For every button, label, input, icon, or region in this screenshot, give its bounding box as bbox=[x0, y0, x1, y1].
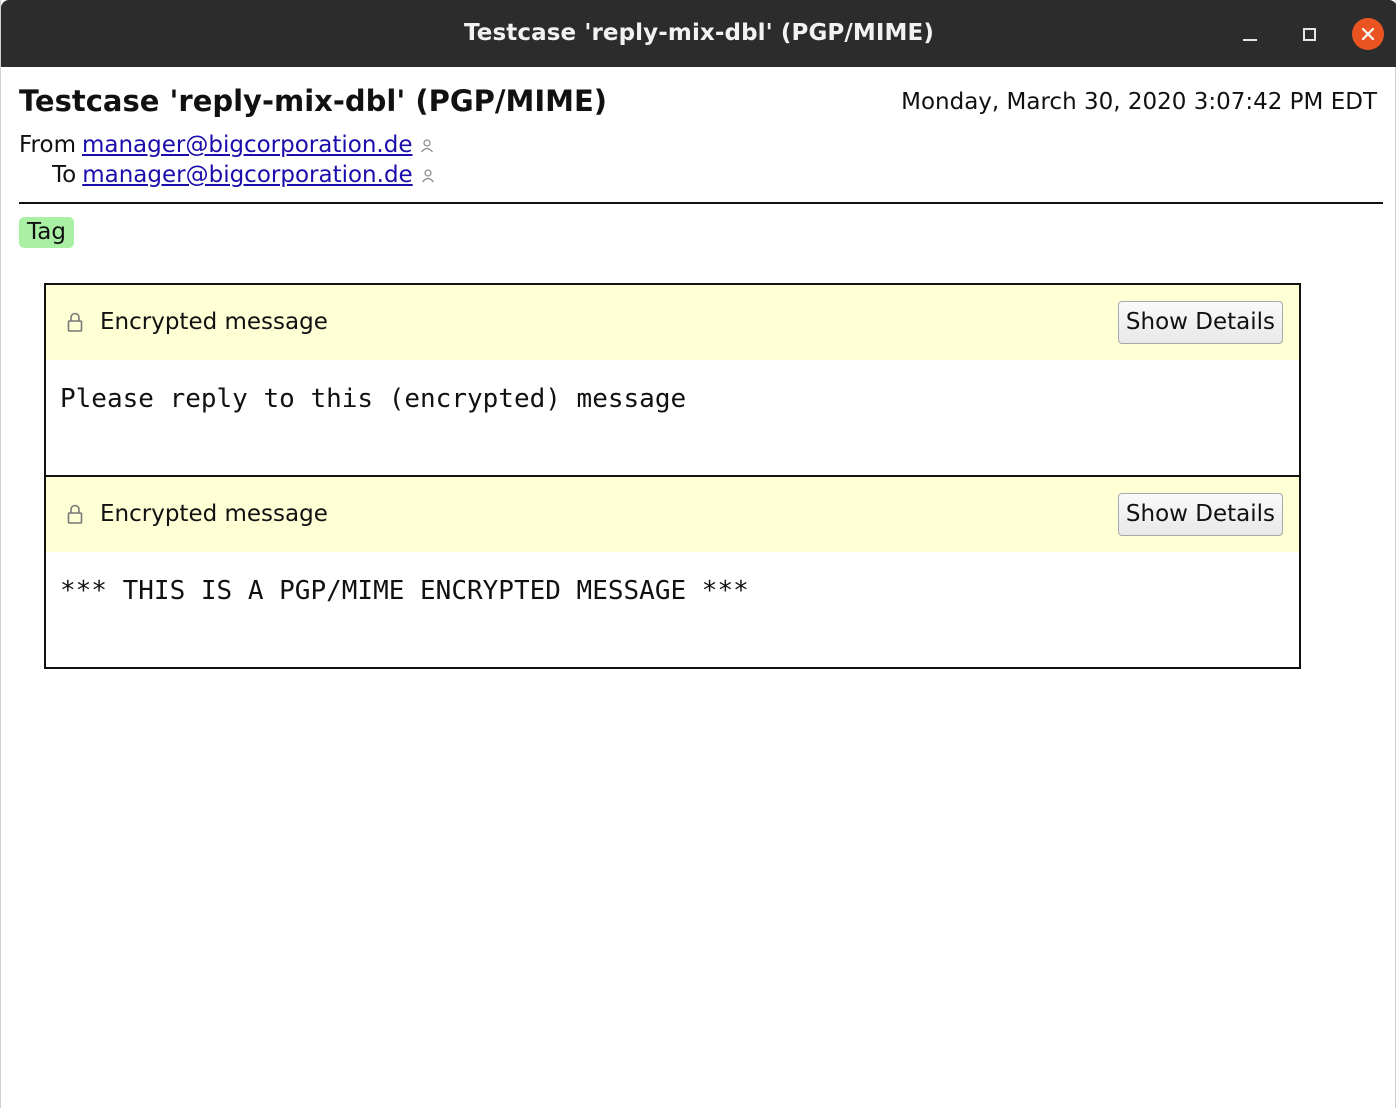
encrypted-part-body: Please reply to this (encrypted) message bbox=[60, 384, 687, 414]
maximize-icon bbox=[1302, 27, 1316, 41]
encrypted-part-header: Encrypted message Show Details bbox=[46, 285, 1299, 360]
show-details-button[interactable]: Show Details bbox=[1117, 301, 1283, 344]
message-window: Testcase 'reply-mix-dbl' (PGP/MIME) Test… bbox=[0, 0, 1396, 1108]
title-bar[interactable]: Testcase 'reply-mix-dbl' (PGP/MIME) bbox=[1, 0, 1396, 67]
to-label: To bbox=[52, 162, 77, 188]
from-address-link[interactable]: manager@bigcorporation.de bbox=[82, 132, 412, 158]
minimize-icon bbox=[1243, 39, 1257, 41]
header-divider bbox=[19, 202, 1383, 204]
to-address-link[interactable]: manager@bigcorporation.de bbox=[82, 162, 412, 188]
encrypted-part-body: *** THIS IS A PGP/MIME ENCRYPTED MESSAGE… bbox=[60, 576, 749, 606]
message-tag[interactable]: Tag bbox=[19, 217, 74, 248]
message-subject: Testcase 'reply-mix-dbl' (PGP/MIME) bbox=[19, 84, 608, 118]
from-label: From bbox=[19, 132, 76, 158]
minimize-button[interactable] bbox=[1234, 18, 1266, 50]
encrypted-part-label: Encrypted message bbox=[100, 309, 328, 335]
close-icon bbox=[1361, 27, 1375, 41]
to-row: To manager@bigcorporation.de bbox=[52, 162, 435, 188]
person-icon[interactable] bbox=[421, 168, 435, 184]
show-details-button[interactable]: Show Details bbox=[1117, 493, 1283, 536]
window-title: Testcase 'reply-mix-dbl' (PGP/MIME) bbox=[464, 20, 934, 46]
encrypted-part: Encrypted message Show Details *** THIS … bbox=[44, 477, 1301, 669]
message-date: Monday, March 30, 2020 3:07:42 PM EDT bbox=[901, 89, 1377, 115]
lock-icon bbox=[67, 504, 83, 524]
from-row: From manager@bigcorporation.de bbox=[19, 132, 434, 158]
encrypted-part: Encrypted message Show Details Please re… bbox=[44, 283, 1301, 477]
encrypted-parts: Encrypted message Show Details Please re… bbox=[44, 283, 1301, 669]
encrypted-part-label: Encrypted message bbox=[100, 501, 328, 527]
close-button[interactable] bbox=[1352, 18, 1384, 50]
person-icon[interactable] bbox=[420, 138, 434, 154]
encrypted-part-header: Encrypted message Show Details bbox=[46, 477, 1299, 552]
lock-icon bbox=[67, 312, 83, 332]
maximize-button[interactable] bbox=[1293, 18, 1325, 50]
